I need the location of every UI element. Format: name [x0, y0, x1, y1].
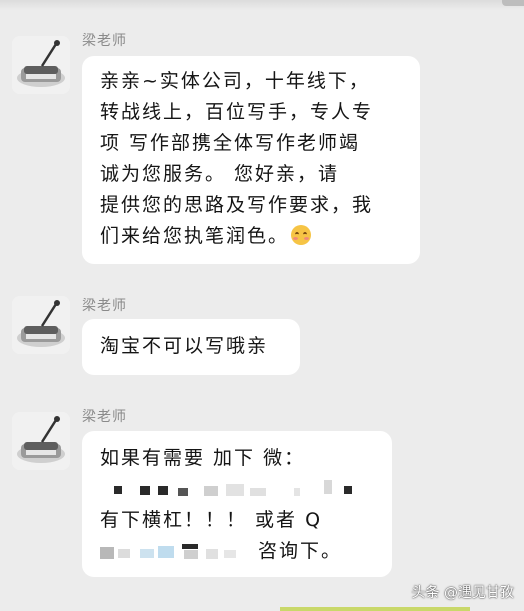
bottom-strip [280, 607, 470, 611]
avatar[interactable] [12, 296, 70, 354]
sender-name: 梁老师 [82, 409, 127, 425]
message-bubble[interactable]: 如果有需要 加下 微： 有下横杠！！！ 或者 Q 咨询下。 [82, 431, 392, 577]
avatar[interactable] [12, 36, 70, 94]
sender-name: 梁老师 [82, 298, 127, 314]
stamp-icon [12, 296, 70, 354]
message-line: 如果有需要 加下 微： [100, 447, 306, 469]
stamp-icon [12, 36, 70, 94]
message-line-text: 咨询下。 [258, 540, 343, 562]
corner-mark [502, 0, 524, 6]
message-line-text: 们来给您执笔润色。 [100, 225, 290, 247]
message-line: 亲亲~实体公司，十年线下， [100, 70, 370, 92]
blushing-face-icon [291, 225, 312, 245]
redacted-id [100, 474, 380, 505]
message-line-with-redaction: 咨询下。 [100, 536, 380, 567]
message-bubble[interactable]: 淘宝不可以写哦亲 [82, 319, 300, 375]
message-bubble[interactable]: 亲亲~实体公司，十年线下， 转战线上，百位写手，专人专 项 写作部携全体写作老师… [82, 56, 420, 264]
message-line: 转战线上，百位写手，专人专 [100, 101, 374, 123]
top-fade [0, 0, 524, 10]
watermark: 头条 @遇见甘孜 [411, 585, 514, 601]
message-line: 淘宝不可以写哦亲 [100, 335, 269, 357]
avatar[interactable] [12, 412, 70, 470]
message-line: 诚为您服务。 您好亲，请 [100, 163, 340, 185]
message-line: 提供您的思路及写作要求，我 [100, 194, 374, 216]
sender-name: 梁老师 [82, 33, 127, 49]
stamp-icon [12, 412, 70, 470]
message-line: 项 写作部携全体写作老师竭 [100, 132, 361, 154]
message-line: 有下横杠！！！ 或者 Q [100, 509, 323, 531]
redacted-number [100, 547, 114, 559]
message-line-with-emoji: 们来给您执笔润色。 [100, 221, 406, 252]
